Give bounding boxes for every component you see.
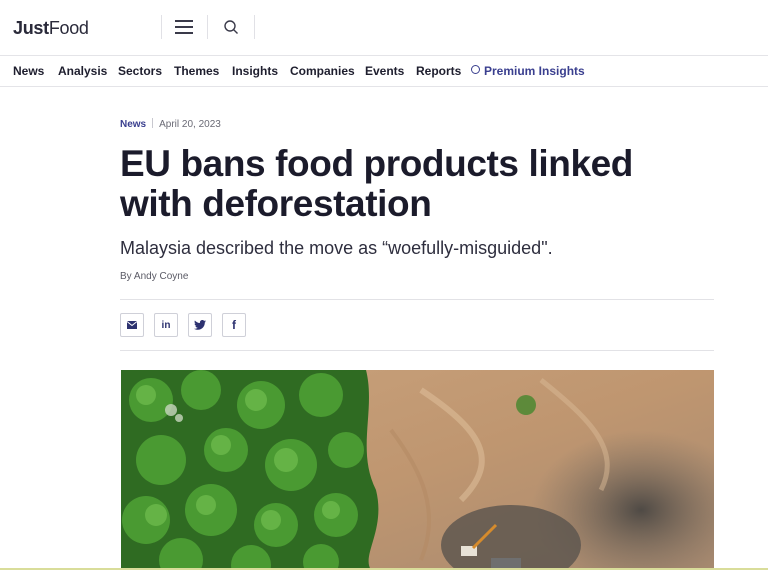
header-divider	[161, 15, 162, 39]
site-logo[interactable]: JustFood	[13, 18, 89, 39]
main-nav: News Analysis Sectors Themes Insights Co…	[0, 56, 768, 87]
menu-button[interactable]	[170, 15, 198, 39]
nav-companies[interactable]: Companies	[290, 64, 355, 78]
nav-themes[interactable]: Themes	[174, 64, 219, 78]
divider	[120, 299, 714, 300]
meta-separator	[152, 118, 154, 128]
site-header: JustFood	[0, 0, 768, 56]
menu-icon	[175, 20, 193, 22]
nav-analysis[interactable]: Analysis	[58, 64, 107, 78]
nav-insights[interactable]: Insights	[232, 64, 278, 78]
nav-sectors[interactable]: Sectors	[118, 64, 162, 78]
twitter-icon	[194, 320, 206, 330]
share-twitter-button[interactable]	[188, 313, 212, 337]
nav-premium-label: Premium Insights	[484, 64, 585, 78]
article-byline[interactable]: By Andy Coyne	[120, 271, 188, 282]
hero-image	[121, 370, 714, 570]
linkedin-icon: in	[161, 319, 171, 331]
search-icon	[224, 20, 238, 34]
article-headline: EU bans food products linked with defore…	[120, 143, 633, 224]
menu-icon-bar	[175, 32, 193, 34]
search-button[interactable]	[218, 15, 246, 39]
share-email-button[interactable]	[120, 313, 144, 337]
logo-just: Just	[13, 18, 49, 38]
article-meta: News April 20, 2023	[120, 118, 221, 130]
premium-icon	[471, 65, 480, 74]
nav-premium-insights[interactable]: Premium Insights	[471, 64, 585, 78]
header-divider	[254, 15, 255, 39]
article-date: April 20, 2023	[159, 119, 221, 130]
share-linkedin-button[interactable]: in	[154, 313, 178, 337]
menu-icon-bar	[175, 26, 193, 28]
logo-food: Food	[48, 18, 89, 38]
share-facebook-button[interactable]: f	[222, 313, 246, 337]
article-standfirst: Malaysia described the move as “woefully…	[120, 238, 553, 258]
nav-news[interactable]: News	[13, 64, 44, 78]
nav-reports[interactable]: Reports	[416, 64, 461, 78]
deforestation-aerial-photo	[121, 370, 714, 570]
header-divider	[207, 15, 208, 39]
nav-events[interactable]: Events	[365, 64, 404, 78]
facebook-icon: f	[232, 318, 236, 332]
email-icon	[127, 321, 137, 329]
article-category[interactable]: News	[120, 119, 146, 130]
divider	[120, 350, 714, 351]
